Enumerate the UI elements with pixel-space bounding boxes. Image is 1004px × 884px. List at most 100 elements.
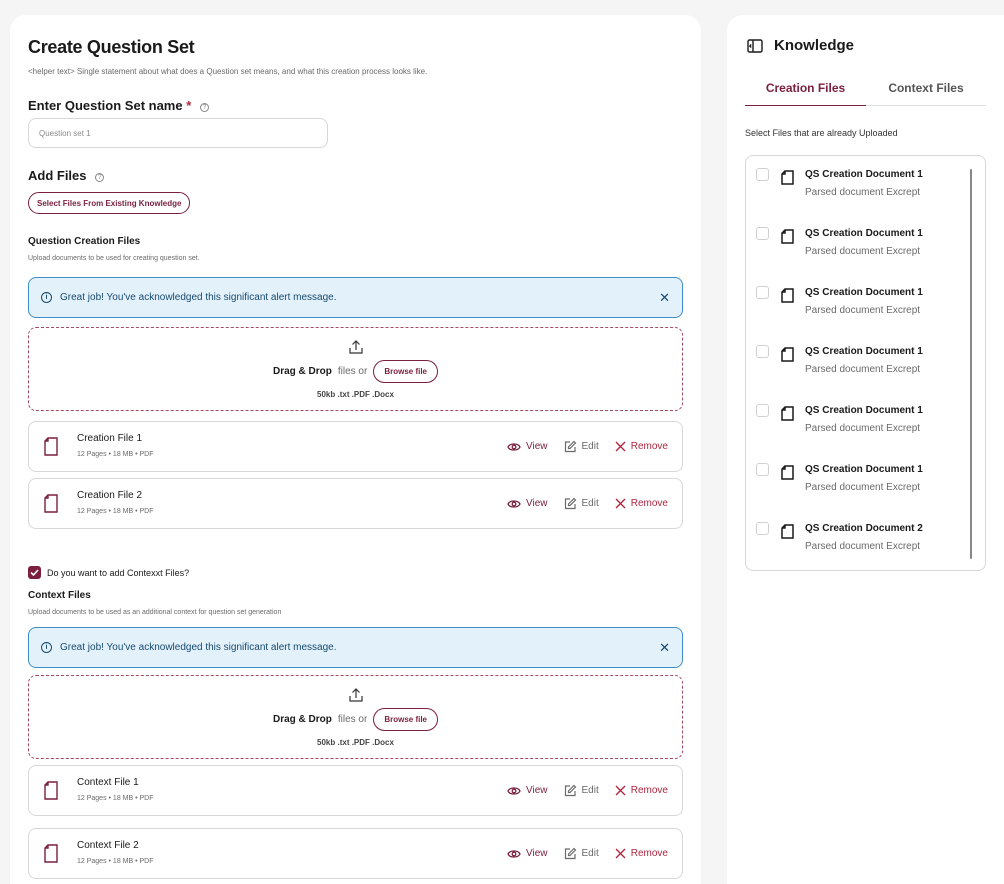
- file-actions: View Edit Remove: [491, 497, 668, 510]
- panel-collapse-icon[interactable]: [747, 38, 763, 53]
- edit-label: Edit: [581, 498, 599, 509]
- helper-text: <helper text> Single statement about wha…: [28, 67, 428, 76]
- view-button[interactable]: View: [507, 441, 548, 452]
- close-icon: [615, 785, 626, 796]
- eye-icon: [507, 786, 521, 795]
- alert-message: Great job! You've acknowledged this sign…: [60, 642, 337, 653]
- document-icon: [781, 288, 794, 303]
- remove-label: Remove: [630, 498, 668, 509]
- upload-icon: [349, 340, 363, 354]
- document-icon: [781, 406, 794, 421]
- context-files-subtitle: Upload documents to be used as an additi…: [28, 609, 282, 616]
- doc-checkbox[interactable]: [756, 168, 769, 181]
- file-actions: View Edit Remove: [491, 440, 668, 453]
- edit-button[interactable]: Edit: [564, 497, 599, 510]
- tab-context-files[interactable]: Context Files: [866, 70, 986, 106]
- browse-file-button[interactable]: Browse file: [373, 360, 439, 383]
- eye-icon: [507, 442, 521, 451]
- view-button[interactable]: View: [507, 498, 548, 509]
- accepted-formats: 50kb .txt .PDF .Docx: [317, 738, 394, 747]
- document-icon: [781, 170, 794, 185]
- select-existing-knowledge-button[interactable]: Select Files From Existing Knowledge: [28, 192, 191, 214]
- doc-excerpt: Parsed document Excrept: [805, 423, 921, 434]
- knowledge-panel: Knowledge Creation Files Context Files S…: [727, 15, 1004, 884]
- view-label: View: [526, 441, 548, 452]
- context-files-checkbox[interactable]: [28, 566, 41, 579]
- file-card: Creation File 2 12 Pages • 18 MB • PDF V…: [28, 478, 683, 529]
- knowledge-title-text: Knowledge: [774, 37, 855, 54]
- knowledge-title: Knowledge: [747, 37, 854, 54]
- edit-label: Edit: [581, 785, 599, 796]
- context-files-title: Context Files: [28, 590, 91, 601]
- question-set-name-input[interactable]: [28, 118, 328, 148]
- close-icon[interactable]: ✕: [659, 290, 670, 306]
- files-or-label: files or: [337, 366, 368, 377]
- doc-excerpt: Parsed document Excrept: [805, 246, 921, 257]
- edit-button[interactable]: Edit: [564, 847, 599, 860]
- list-item[interactable]: QS Creation Document 1 Parsed document E…: [756, 345, 956, 385]
- list-item[interactable]: QS Creation Document 1 Parsed document E…: [756, 404, 956, 444]
- document-icon: [781, 465, 794, 480]
- close-icon[interactable]: ✕: [659, 640, 670, 656]
- document-icon: [781, 347, 794, 362]
- create-question-set-panel: Create Question Set <helper text> Single…: [10, 15, 701, 884]
- browse-file-button[interactable]: Browse file: [373, 708, 439, 731]
- doc-excerpt: Parsed document Excrept: [805, 482, 921, 493]
- remove-button[interactable]: Remove: [615, 848, 668, 859]
- help-icon[interactable]: ?: [199, 103, 209, 112]
- remove-label: Remove: [630, 848, 668, 859]
- doc-title: QS Creation Document 1: [805, 287, 923, 298]
- info-icon: i: [41, 292, 52, 303]
- doc-title: QS Creation Document 1: [805, 464, 923, 475]
- doc-checkbox[interactable]: [756, 227, 769, 240]
- doc-checkbox[interactable]: [756, 463, 769, 476]
- uploaded-files-list: QS Creation Document 1 Parsed document E…: [745, 155, 986, 571]
- context-dropzone[interactable]: Drag & Drop files or Browse file 50kb .t…: [28, 675, 683, 759]
- info-icon: i: [41, 642, 52, 653]
- edit-button[interactable]: Edit: [564, 784, 599, 797]
- doc-checkbox[interactable]: [756, 404, 769, 417]
- view-button[interactable]: View: [507, 848, 548, 859]
- file-name: Creation File 2: [77, 490, 143, 501]
- edit-button[interactable]: Edit: [564, 440, 599, 453]
- doc-checkbox[interactable]: [756, 286, 769, 299]
- list-item[interactable]: QS Creation Document 1 Parsed document E…: [756, 463, 956, 503]
- list-item[interactable]: QS Creation Document 1 Parsed document E…: [756, 286, 956, 326]
- doc-checkbox[interactable]: [756, 345, 769, 358]
- edit-icon: [564, 784, 576, 797]
- remove-label: Remove: [630, 441, 668, 452]
- close-icon: [615, 441, 626, 452]
- creation-files-title: Question Creation Files: [28, 236, 141, 247]
- remove-button[interactable]: Remove: [615, 785, 668, 796]
- required-mark: *: [186, 98, 192, 113]
- list-item[interactable]: QS Creation Document 1 Parsed document E…: [756, 168, 956, 208]
- view-button[interactable]: View: [507, 785, 548, 796]
- upload-icon: [349, 688, 363, 702]
- creation-dropzone[interactable]: Drag & Drop files or Browse file 50kb .t…: [28, 327, 683, 411]
- accepted-formats: 50kb .txt .PDF .Docx: [317, 390, 394, 399]
- edit-icon: [564, 440, 576, 453]
- file-meta: 12 Pages • 18 MB • PDF: [77, 858, 154, 865]
- question-set-name-label: Enter Question Set name * ?: [28, 98, 209, 113]
- check-icon: [30, 569, 39, 576]
- doc-checkbox[interactable]: [756, 522, 769, 535]
- list-item[interactable]: QS Creation Document 2 Parsed document E…: [756, 522, 956, 562]
- list-scrollbar[interactable]: [970, 169, 972, 559]
- help-icon[interactable]: ?: [95, 173, 105, 182]
- doc-excerpt: Parsed document Excrept: [805, 187, 921, 198]
- question-set-name-label-text: Enter Question Set name: [28, 98, 183, 113]
- tab-creation-files[interactable]: Creation Files: [745, 70, 866, 106]
- view-label: View: [526, 848, 548, 859]
- file-actions: View Edit Remove: [491, 847, 668, 860]
- file-name: Creation File 1: [77, 433, 143, 444]
- view-label: View: [526, 785, 548, 796]
- drag-drop-label: Drag & Drop: [272, 714, 332, 725]
- file-actions: View Edit Remove: [491, 784, 668, 797]
- remove-button[interactable]: Remove: [615, 441, 668, 452]
- context-files-checkbox-row[interactable]: Do you want to add Contexxt Files?: [28, 566, 189, 579]
- doc-title: QS Creation Document 1: [805, 169, 923, 180]
- file-meta: 12 Pages • 18 MB • PDF: [77, 451, 154, 458]
- remove-button[interactable]: Remove: [615, 498, 668, 509]
- list-item[interactable]: QS Creation Document 1 Parsed document E…: [756, 227, 956, 267]
- close-icon: [615, 498, 626, 509]
